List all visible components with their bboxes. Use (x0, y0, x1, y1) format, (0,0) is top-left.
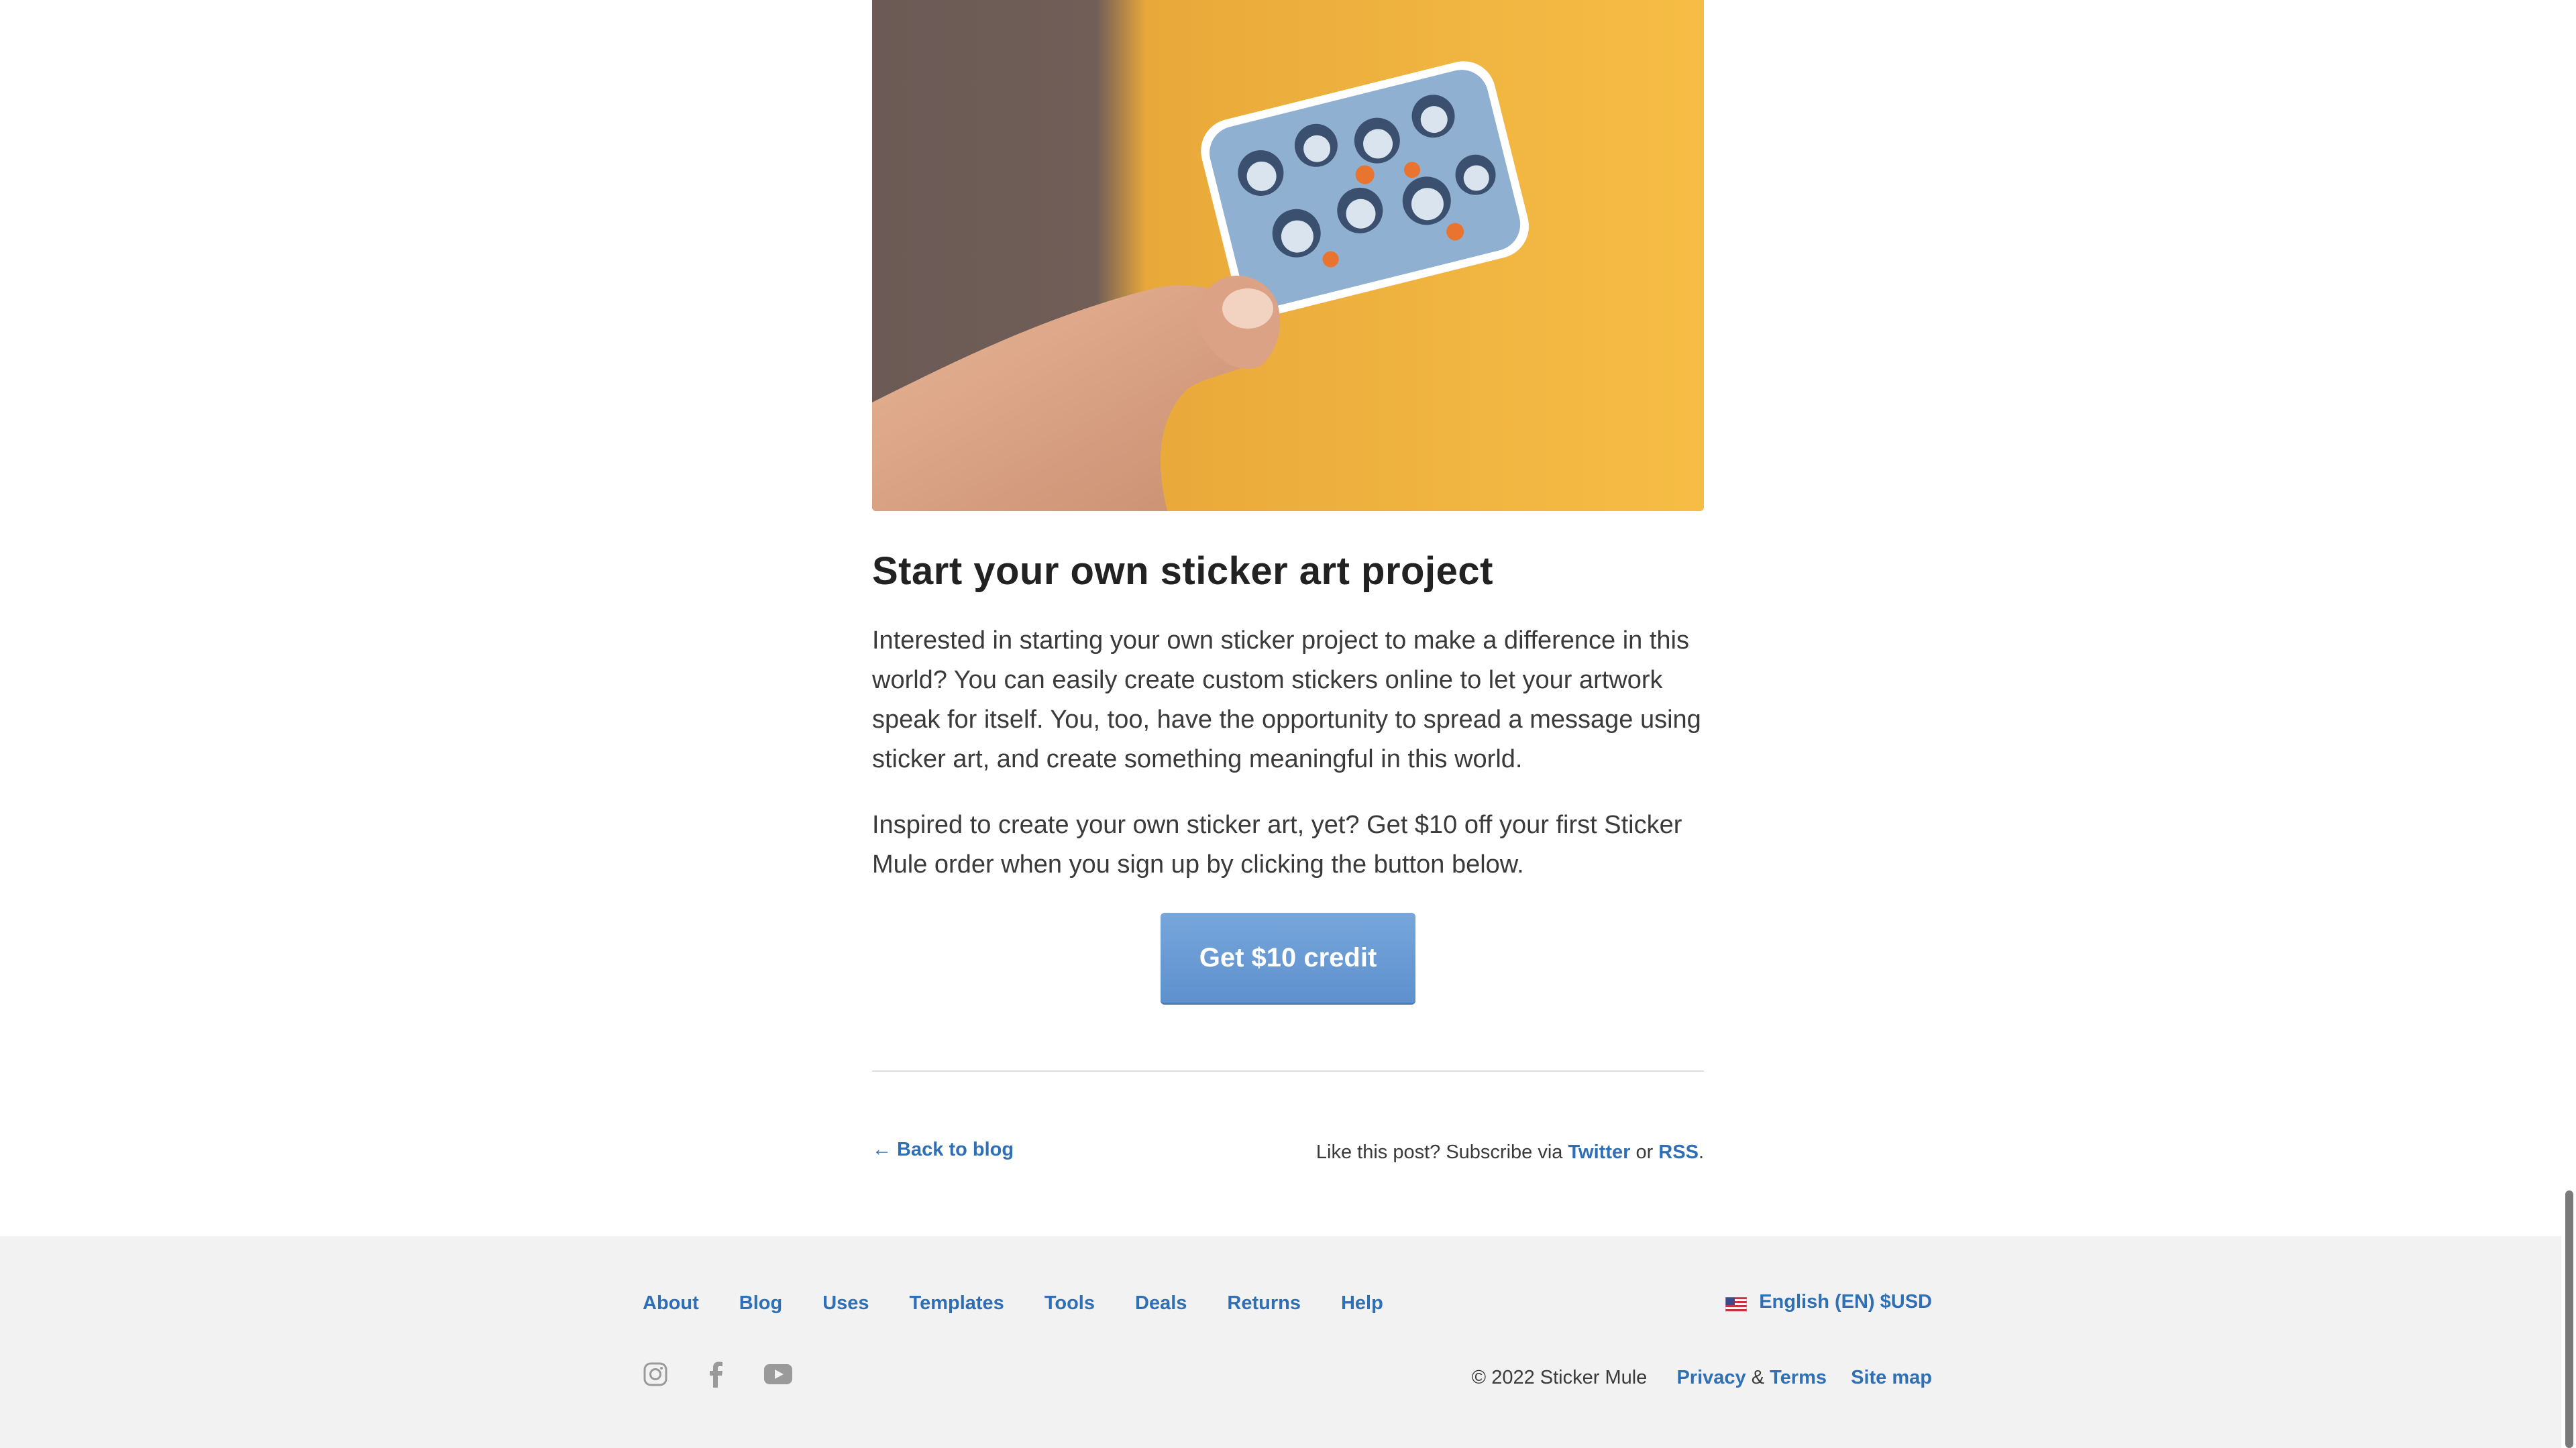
article-paragraph: Inspired to create your own sticker art,… (872, 811, 1682, 879)
footer-link-tools[interactable]: Tools (1044, 1292, 1095, 1315)
facebook-icon[interactable] (703, 1361, 729, 1391)
footer: About Blog Uses Templates Tools Deals Re… (0, 1236, 2576, 1448)
scrollbar[interactable] (2561, 0, 2576, 1448)
footer-link-deals[interactable]: Deals (1135, 1292, 1187, 1315)
locale-label: English (EN) $USD (1759, 1291, 1932, 1313)
privacy-link[interactable]: Privacy (1676, 1367, 1746, 1388)
subscribe-prefix: Like this post? Subscribe via (1316, 1141, 1568, 1163)
subscribe-or: or (1630, 1141, 1659, 1163)
terms-link[interactable]: Terms (1770, 1367, 1827, 1388)
legal-links: © 2022 Sticker Mule Privacy & Terms Site… (1472, 1367, 1932, 1389)
footer-link-blog[interactable]: Blog (739, 1292, 782, 1315)
footer-link-returns[interactable]: Returns (1227, 1292, 1301, 1315)
instagram-icon[interactable] (643, 1361, 668, 1390)
hero-illustration (872, 0, 1704, 511)
locale-selector[interactable]: English (EN) $USD (1725, 1291, 1932, 1313)
us-flag-icon (1725, 1295, 1748, 1312)
get-credit-button[interactable]: Get $10 credit (1161, 913, 1415, 1003)
twitter-link[interactable]: Twitter (1568, 1141, 1630, 1163)
copyright: © 2022 Sticker Mule (1471, 1367, 1648, 1388)
footer-nav: About Blog Uses Templates Tools Deals Re… (643, 1292, 1424, 1315)
youtube-icon[interactable] (763, 1363, 793, 1388)
scrollbar-thumb[interactable] (2565, 1190, 2573, 1448)
footer-link-templates[interactable]: Templates (910, 1292, 1004, 1315)
footer-link-about[interactable]: About (643, 1292, 699, 1315)
subscribe-suffix: . (1698, 1141, 1704, 1163)
article-paragraph: Interested in starting your own sticker … (872, 626, 1701, 773)
divider (872, 1070, 1704, 1072)
footer-link-uses[interactable]: Uses (822, 1292, 869, 1315)
rss-link[interactable]: RSS (1658, 1141, 1699, 1163)
footer-link-help[interactable]: Help (1341, 1292, 1383, 1315)
site-map-link[interactable]: Site map (1851, 1367, 1932, 1388)
ampersand: & (1746, 1367, 1770, 1388)
back-to-blog-link[interactable]: ← Back to blog (872, 1139, 1014, 1161)
hero-image (872, 0, 1704, 511)
subscribe-text: Like this post? Subscribe via Twitter or… (1316, 1141, 1704, 1164)
post-title: Start your own sticker art project (872, 549, 1493, 593)
social-links (643, 1361, 828, 1391)
